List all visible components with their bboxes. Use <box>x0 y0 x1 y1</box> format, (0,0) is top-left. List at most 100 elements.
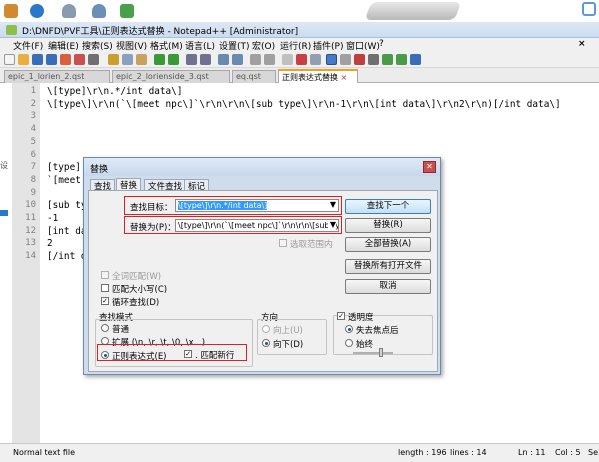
add-document-icon[interactable] <box>120 4 134 18</box>
menu-window[interactable]: 窗口(W) <box>346 39 380 52</box>
zoom-out-icon[interactable] <box>232 54 243 65</box>
menu-plugins[interactable]: 插件(P) <box>313 39 343 52</box>
user-remove-icon[interactable] <box>62 4 76 18</box>
always-label: 始终 <box>356 340 374 350</box>
line-number: 13 <box>25 238 36 248</box>
show-all-chars-icon[interactable] <box>296 54 307 65</box>
code-line[interactable]: [/int d <box>47 251 87 262</box>
zoom-in-icon[interactable] <box>218 54 229 65</box>
replace-icon[interactable] <box>200 54 211 65</box>
transparency-slider-thumb[interactable] <box>379 348 383 357</box>
menu-view[interactable]: 视图(V) <box>116 39 147 52</box>
indent-guide-icon[interactable] <box>310 54 321 65</box>
wrap-around-checkbox[interactable]: ✓ <box>101 297 109 305</box>
sync-h-icon[interactable] <box>264 54 275 65</box>
always-radio[interactable] <box>345 339 353 347</box>
globe-icon[interactable] <box>30 4 44 18</box>
print-icon[interactable] <box>88 54 99 65</box>
direction-down-radio[interactable] <box>262 339 270 347</box>
doc-map-icon[interactable] <box>326 54 337 65</box>
folder-workspace-icon[interactable] <box>340 54 351 65</box>
notepadpp-app-icon <box>6 25 17 35</box>
close-file-icon[interactable] <box>60 54 71 65</box>
menu-macro[interactable]: 宏(O) <box>252 39 275 52</box>
line-number: 3 <box>30 111 36 121</box>
replace-button[interactable]: 替换(R) <box>345 218 431 233</box>
save-all-icon[interactable] <box>46 54 57 65</box>
regex-highlight-box <box>97 344 247 361</box>
save-icon[interactable] <box>32 54 43 65</box>
find-icon[interactable] <box>186 54 197 65</box>
cut-icon[interactable] <box>108 54 119 65</box>
tab-epic-1[interactable]: epic_1_lorien_2.qst <box>4 70 110 83</box>
wrap-icon[interactable] <box>282 54 293 65</box>
status-ln: Ln : 11 <box>518 448 546 457</box>
undo-icon[interactable] <box>154 54 165 65</box>
menu-file[interactable]: 文件(F) <box>13 39 43 52</box>
transparency-checkbox[interactable]: ✓ <box>337 312 345 320</box>
on-lose-focus-radio[interactable] <box>345 325 353 333</box>
dialog-close-button[interactable]: ✕ <box>423 161 436 173</box>
line-number: 4 <box>30 124 36 134</box>
tab-close-icon[interactable]: × <box>341 73 348 82</box>
on-lose-focus-label: 失去焦点后 <box>356 326 399 336</box>
title-bar: D:\DNFD\PVF工具\正则表达式替换 - Notepad++ [Admin… <box>0 22 599 38</box>
window-title: D:\DNFD\PVF工具\正则表达式替换 - Notepad++ [Admin… <box>22 27 299 37</box>
menu-search[interactable]: 搜索(S) <box>82 39 113 52</box>
menu-run[interactable]: 运行(R) <box>280 39 311 52</box>
dialog-title: 替换 <box>90 165 109 175</box>
dialog-title-bar[interactable]: 替换 ✕ <box>84 158 440 176</box>
code-line[interactable]: \[type]\r\n.*/int data\] <box>47 86 182 97</box>
paste-icon[interactable] <box>136 54 147 65</box>
redo-icon[interactable] <box>168 54 179 65</box>
menu-settings[interactable]: 设置(T) <box>219 39 250 52</box>
open-file-icon[interactable] <box>18 54 29 65</box>
code-line[interactable]: [type] <box>47 162 81 173</box>
code-line[interactable]: [sub ty <box>47 200 87 211</box>
folder-icon[interactable] <box>4 4 18 18</box>
wrap-around-label: 循环查找(D) <box>112 298 160 308</box>
find-next-button[interactable]: 查找下一个 <box>345 199 431 214</box>
line-number: 8 <box>30 175 36 185</box>
stop-macro-icon[interactable] <box>368 54 379 65</box>
direction-up-radio[interactable] <box>262 325 270 333</box>
menu-language[interactable]: 语言(L) <box>185 39 215 52</box>
tab-label: 正则表达式替换 <box>282 73 338 82</box>
menu-help[interactable]: ? <box>379 39 384 49</box>
play-macro-icon[interactable] <box>382 54 393 65</box>
copy-icon[interactable] <box>122 54 133 65</box>
tab-regex-replace[interactable]: 正则表达式替换 × <box>278 69 358 83</box>
mode-normal-radio[interactable] <box>101 324 109 332</box>
code-line[interactable]: `[meet <box>47 175 81 186</box>
user-icon[interactable] <box>92 4 106 18</box>
menu-format[interactable]: 格式(M) <box>150 39 183 52</box>
line-number: 7 <box>30 162 36 172</box>
match-case-label: 匹配大小写(C) <box>112 285 168 295</box>
in-selection-checkbox[interactable] <box>279 239 287 247</box>
code-line[interactable]: -1 <box>47 213 58 224</box>
status-lines: lines : 14 <box>450 448 487 457</box>
tab-eq[interactable]: eq.qst <box>232 70 276 83</box>
code-line[interactable]: 2 <box>47 238 53 249</box>
sync-v-icon[interactable] <box>250 54 261 65</box>
cancel-button[interactable]: 取消 <box>345 279 431 294</box>
menu-edit[interactable]: 编辑(E) <box>48 39 79 52</box>
replace-all-open-files-button[interactable]: 替换所有打开文件 <box>345 259 431 274</box>
record-macro-icon[interactable] <box>354 54 365 65</box>
top-taskbar-strip <box>0 0 599 22</box>
code-line[interactable]: [int da <box>47 226 87 237</box>
notepadpp-window: D:\DNFD\PVF工具\正则表达式替换 - Notepad++ [Admin… <box>0 0 599 462</box>
play-multiple-icon[interactable] <box>396 54 407 65</box>
whole-word-checkbox[interactable] <box>101 271 109 279</box>
match-case-checkbox[interactable] <box>101 284 109 292</box>
code-line[interactable]: \[type\]\r\n(`\[meet npc\]`\r\n\r\n\[sub… <box>47 99 561 110</box>
close-doc-icon[interactable]: × <box>578 39 586 49</box>
replace-all-button[interactable]: 全部替换(A) <box>345 237 431 252</box>
new-file-icon[interactable] <box>4 54 15 65</box>
line-number: 11 <box>25 213 36 223</box>
tab-epic-2[interactable]: epic_2_lorienside_3.qst <box>112 70 230 83</box>
save-macro-icon[interactable] <box>410 54 421 65</box>
replace-dialog: 替换 ✕ 查找 替换 文件查找 标记 查找目标： \[type\]\r\n.*/… <box>83 157 441 375</box>
line-number: 9 <box>30 188 36 198</box>
close-all-icon[interactable] <box>74 54 85 65</box>
